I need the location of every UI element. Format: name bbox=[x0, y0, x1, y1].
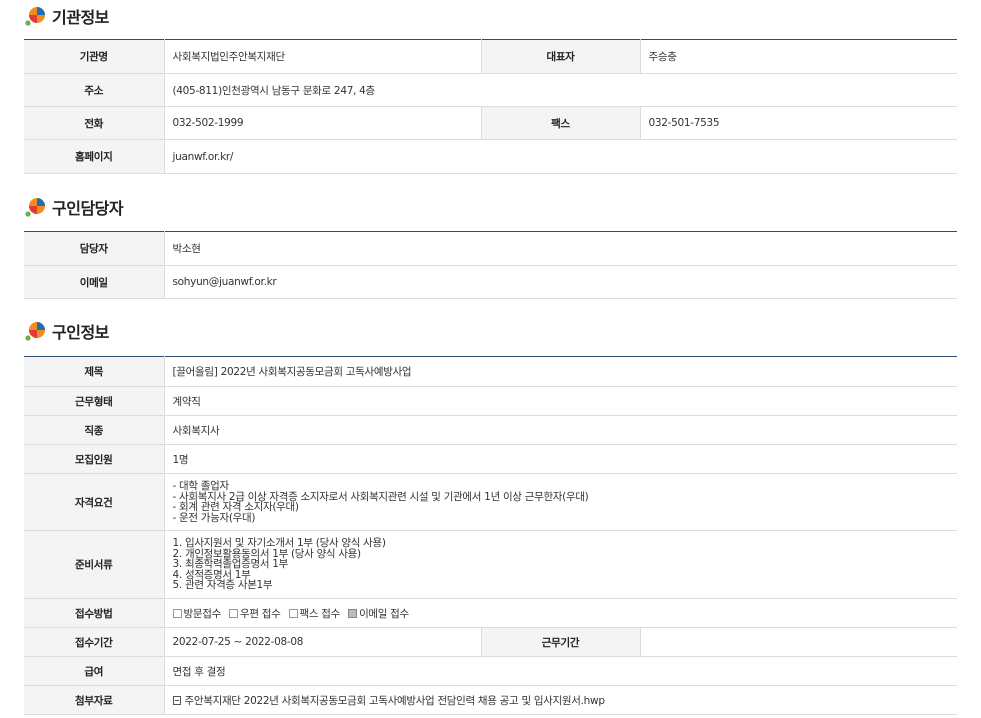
job-type-value: 계약직 bbox=[164, 386, 957, 416]
org-name-label: 기관명 bbox=[24, 39, 165, 74]
qual-line: - 운전 가능자(우대) bbox=[172, 511, 256, 524]
job-docs-value: 1. 입사지원서 및 자기소개서 1부 (당사 양식 사용) 2. 개인정보활용… bbox=[164, 530, 957, 599]
checkbox-icon bbox=[229, 608, 238, 618]
contact-info-table: 담당자 박소현 이메일 sohyun@juanwf.or.kr bbox=[24, 231, 957, 299]
checkbox-icon bbox=[348, 608, 358, 618]
job-type-label: 근무형태 bbox=[24, 386, 165, 416]
table-row: 첨부자료 주안복지재단 2022년 사회복지공동모금회 고독사예방사업 전담인력… bbox=[24, 685, 957, 715]
job-occupation-value: 사회복지사 bbox=[164, 415, 957, 445]
job-info-table: 제목 [끌어올림] 2022년 사회복지공동모금회 고독사예방사업 근무형태 계… bbox=[24, 356, 957, 715]
method-label: 방문접수 bbox=[183, 607, 222, 620]
table-row: 모집인원 1명 bbox=[24, 444, 957, 474]
job-salary-value: 면접 후 결정 bbox=[164, 656, 957, 686]
section-title-org: 기관정보 bbox=[24, 4, 109, 28]
table-row: 직종 사회복지사 bbox=[24, 415, 957, 445]
table-row: 기관명 사회복지법인주안복지재단 대표자 주승충 bbox=[24, 39, 957, 74]
contact-email-label: 이메일 bbox=[24, 265, 165, 299]
section-title-text: 기관정보 bbox=[52, 8, 109, 27]
org-phone-label: 전화 bbox=[24, 106, 165, 140]
org-phone-value: 032-502-1999 bbox=[164, 106, 481, 140]
org-fax-value: 032-501-7535 bbox=[640, 106, 957, 140]
org-rep-label: 대표자 bbox=[480, 39, 641, 74]
job-count-value: 1명 bbox=[164, 444, 957, 474]
section-bullet-icon bbox=[25, 198, 45, 217]
docs-line: 3. 최종학력졸업증명서 1부 bbox=[172, 558, 289, 571]
job-subject-label: 제목 bbox=[24, 356, 165, 387]
method-label: 팩스 접수 bbox=[299, 607, 341, 620]
job-qual-value: - 대학 졸업자 - 사회복지사 2급 이상 자격증 소지자로서 사회복지관련 … bbox=[164, 473, 957, 531]
docs-line: 4. 성적증명서 1부 bbox=[172, 568, 251, 581]
section-bullet-icon bbox=[25, 7, 45, 26]
method-label: 이메일 접수 bbox=[359, 607, 409, 620]
docs-line: 2. 개인정보활용동의서 1부 (당사 양식 사용) bbox=[172, 547, 362, 560]
job-attach-label: 첨부자료 bbox=[24, 685, 165, 715]
org-addr-value: (405-811)인천광역시 남동구 문화로 247, 4층 bbox=[164, 73, 957, 107]
contact-person-label: 담당자 bbox=[24, 231, 165, 266]
job-method-label: 접수방법 bbox=[24, 598, 165, 628]
org-web-label: 홈페이지 bbox=[24, 139, 165, 174]
qual-line: - 대학 졸업자 bbox=[172, 480, 230, 492]
method-visit: 방문접수 bbox=[172, 607, 222, 620]
table-row: 이메일 sohyun@juanwf.or.kr bbox=[24, 265, 957, 299]
org-web-value[interactable]: juanwf.or.kr/ bbox=[164, 139, 957, 174]
table-row: 접수기간 2022-07-25 ~ 2022-08-08 근무기간 bbox=[24, 627, 957, 657]
contact-email-value[interactable]: sohyun@juanwf.or.kr bbox=[164, 265, 957, 299]
method-email: 이메일 접수 bbox=[348, 608, 409, 620]
checkbox-icon bbox=[172, 608, 182, 618]
table-row: 급여 면접 후 결정 bbox=[24, 656, 957, 686]
job-period-label: 접수기간 bbox=[24, 627, 165, 657]
table-row: 자격요건 - 대학 졸업자 - 사회복지사 2급 이상 자격증 소지자로서 사회… bbox=[24, 473, 957, 531]
table-row: 준비서류 1. 입사지원서 및 자기소개서 1부 (당사 양식 사용) 2. 개… bbox=[24, 530, 957, 599]
method-mail: 우편 접수 bbox=[229, 607, 281, 620]
org-addr-label: 주소 bbox=[24, 73, 165, 107]
table-row: 담당자 박소현 bbox=[24, 231, 957, 266]
section-title-contact: 구인담당자 bbox=[24, 195, 124, 219]
org-rep-value: 주승충 bbox=[640, 39, 957, 74]
docs-line: 5. 관련 자격증 사본1부 bbox=[172, 579, 273, 592]
job-period-value: 2022-07-25 ~ 2022-08-08 bbox=[164, 627, 481, 657]
job-docs-label: 준비서류 bbox=[24, 530, 165, 599]
job-count-label: 모집인원 bbox=[24, 444, 165, 474]
attachment-link[interactable]: 주안복지재단 2022년 사회복지공동모금회 고독사예방사업 전담인력 채용 공… bbox=[185, 695, 605, 707]
job-qual-label: 자격요건 bbox=[24, 473, 165, 531]
table-row: 주소 (405-811)인천광역시 남동구 문화로 247, 4층 bbox=[24, 73, 957, 107]
table-row: 홈페이지 juanwf.or.kr/ bbox=[24, 139, 957, 174]
job-method-value: 방문접수 우편 접수 팩스 접수 이메일 접수 bbox=[164, 598, 957, 628]
table-row: 근무형태 계약직 bbox=[24, 386, 957, 416]
table-row: 접수방법 방문접수 우편 접수 팩스 접수 이메일 접수 bbox=[24, 598, 957, 628]
table-row: 제목 [끌어올림] 2022년 사회복지공동모금회 고독사예방사업 bbox=[24, 356, 957, 387]
section-title-text: 구인담당자 bbox=[52, 199, 124, 218]
job-attach-value: 주안복지재단 2022년 사회복지공동모금회 고독사예방사업 전담인력 채용 공… bbox=[164, 685, 957, 715]
table-row: 전화 032-502-1999 팩스 032-501-7535 bbox=[24, 106, 957, 140]
qual-line: - 회계 관련 자격 소지자(우대) bbox=[172, 501, 300, 513]
contact-person-value: 박소현 bbox=[164, 231, 957, 266]
method-fax: 팩스 접수 bbox=[288, 607, 341, 620]
section-title-text: 구인정보 bbox=[52, 323, 109, 342]
job-occupation-label: 직종 bbox=[24, 415, 165, 445]
org-info-table: 기관명 사회복지법인주안복지재단 대표자 주승충 주소 (405-811)인천광… bbox=[24, 39, 957, 174]
checkbox-icon bbox=[288, 608, 298, 618]
file-icon bbox=[172, 695, 181, 705]
section-title-job: 구인정보 bbox=[24, 319, 109, 343]
method-label: 우편 접수 bbox=[240, 607, 281, 620]
section-bullet-icon bbox=[25, 322, 45, 341]
job-subject-value: [끌어올림] 2022년 사회복지공동모금회 고독사예방사업 bbox=[164, 356, 957, 387]
org-fax-label: 팩스 bbox=[480, 106, 641, 140]
job-workperiod-label: 근무기간 bbox=[480, 627, 641, 657]
job-salary-label: 급여 bbox=[24, 656, 165, 686]
org-name-value: 사회복지법인주안복지재단 bbox=[164, 39, 481, 74]
job-workperiod-value bbox=[640, 627, 957, 657]
